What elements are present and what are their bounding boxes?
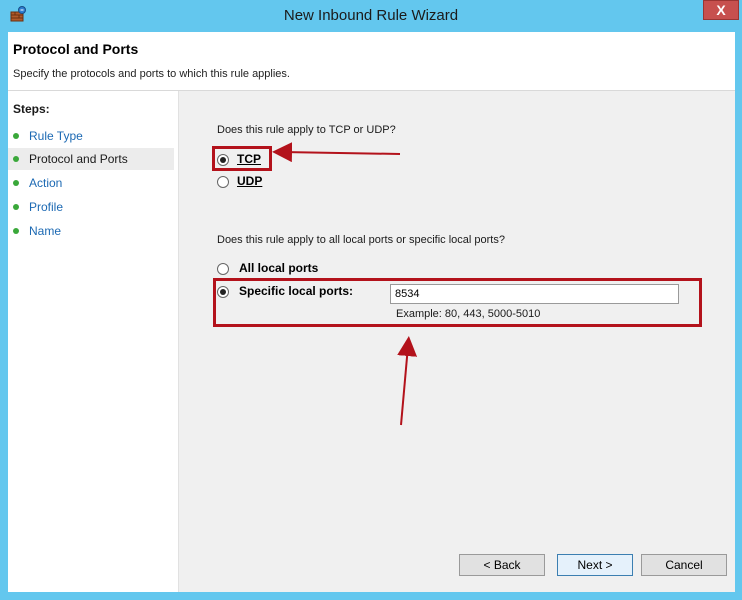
steps-title: Steps: <box>13 102 50 116</box>
main-pane: Does this rule apply to TCP or UDP? TCP … <box>179 91 735 592</box>
window-title: New Inbound Rule Wizard <box>283 7 459 24</box>
step-complete-bullet-icon <box>13 180 19 186</box>
wizard-window: New Inbound Rule Wizard X Protocol and P… <box>0 0 742 600</box>
step-complete-bullet-icon <box>13 204 19 210</box>
step-protocol-and-ports[interactable]: Protocol and Ports <box>8 148 174 170</box>
page-subtitle: Specify the protocols and ports to which… <box>13 68 290 80</box>
step-label: Name <box>29 224 62 238</box>
all-local-ports-radio[interactable] <box>217 263 229 275</box>
close-button[interactable]: X <box>703 0 739 20</box>
steps-pane: Steps: Rule Type Protocol and Ports Acti… <box>8 91 179 592</box>
page-header: Protocol and Ports Specify the protocols… <box>8 32 735 91</box>
back-button[interactable]: < Back <box>459 554 545 576</box>
ports-highlight-box <box>213 278 702 327</box>
step-complete-bullet-icon <box>13 156 19 162</box>
udp-radio[interactable] <box>217 176 229 188</box>
udp-label-text: UDP <box>237 174 263 188</box>
step-name[interactable]: Name <box>8 220 174 242</box>
step-action[interactable]: Action <box>8 172 174 194</box>
cancel-button[interactable]: Cancel <box>641 554 727 576</box>
title-bar[interactable]: New Inbound Rule Wizard X <box>0 0 742 32</box>
close-icon: X <box>716 2 726 18</box>
page-title: Protocol and Ports <box>13 41 139 57</box>
wizard-client-area: Protocol and Ports Specify the protocols… <box>8 32 735 592</box>
step-complete-bullet-icon <box>13 133 19 139</box>
step-complete-bullet-icon <box>13 228 19 234</box>
step-label: Action <box>29 176 63 190</box>
next-button[interactable]: Next > <box>557 554 633 576</box>
step-label: Protocol and Ports <box>29 152 128 166</box>
step-profile[interactable]: Profile <box>8 196 174 218</box>
all-local-ports-label[interactable]: All local ports <box>239 261 318 275</box>
udp-radio-label[interactable]: UDP <box>237 174 262 188</box>
protocol-question: Does this rule apply to TCP or UDP? <box>217 124 396 136</box>
ports-question: Does this rule apply to all local ports … <box>217 234 505 246</box>
tcp-highlight-box <box>212 146 272 171</box>
step-label: Profile <box>29 200 64 214</box>
step-rule-type[interactable]: Rule Type <box>8 125 174 147</box>
step-label: Rule Type <box>29 129 83 143</box>
